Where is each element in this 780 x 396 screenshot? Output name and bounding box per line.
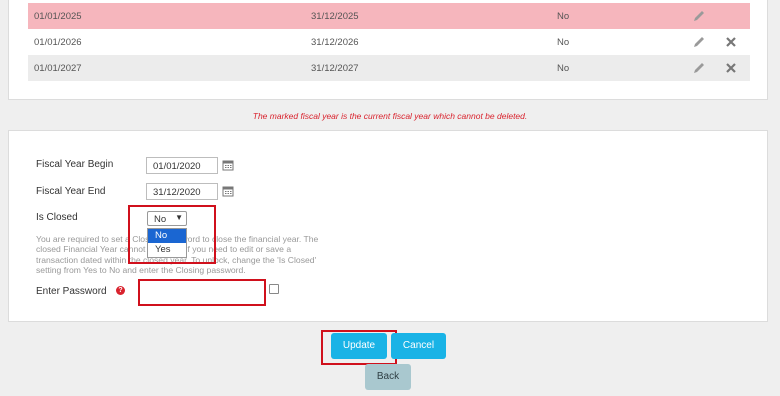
- end-date-input[interactable]: 31/12/2020: [146, 183, 218, 200]
- option-no[interactable]: No: [148, 229, 186, 243]
- fiscal-year-row: 01/01/2027 31/12/2027 No: [28, 55, 750, 81]
- is-closed-dropdown: No Yes: [147, 228, 187, 258]
- calendar-icon[interactable]: [222, 159, 234, 171]
- delete-close-icon[interactable]: [724, 35, 738, 49]
- option-yes[interactable]: Yes: [148, 243, 186, 257]
- delete-close-icon[interactable]: [724, 61, 738, 75]
- show-password-checkbox[interactable]: [269, 284, 279, 294]
- edit-pencil-icon[interactable]: [692, 61, 706, 75]
- cancel-button[interactable]: Cancel: [391, 333, 446, 359]
- begin-label: Fiscal Year Begin: [36, 159, 114, 170]
- update-button[interactable]: Update: [331, 333, 387, 359]
- chevron-down-icon: ▼: [175, 213, 183, 222]
- end-label: Fiscal Year End: [36, 186, 106, 197]
- row-end-date: 31/12/2025: [311, 11, 359, 22]
- calendar-icon[interactable]: [222, 185, 234, 197]
- row-begin-date: 01/01/2027: [34, 63, 82, 74]
- password-input[interactable]: [142, 282, 262, 302]
- fiscal-year-row: 01/01/2026 31/12/2026 No: [28, 29, 750, 55]
- current-year-notice: The marked fiscal year is the current fi…: [252, 111, 528, 121]
- row-end-date: 31/12/2026: [311, 37, 359, 48]
- row-end-date: 31/12/2027: [311, 63, 359, 74]
- edit-pencil-icon[interactable]: [692, 9, 706, 23]
- edit-pencil-icon[interactable]: [692, 35, 706, 49]
- fiscal-year-row-current: 01/01/2025 31/12/2025 No: [28, 3, 750, 29]
- is-closed-select[interactable]: No ▼: [147, 211, 187, 226]
- is-closed-selected-value: No: [154, 214, 167, 225]
- password-label: Enter Password: [36, 286, 107, 297]
- begin-date-input[interactable]: 01/01/2020: [146, 157, 218, 174]
- row-is-closed: No: [557, 37, 570, 48]
- row-begin-date: 01/01/2025: [34, 11, 82, 22]
- row-is-closed: No: [557, 11, 570, 22]
- back-button[interactable]: Back: [365, 364, 411, 390]
- row-begin-date: 01/01/2026: [34, 37, 82, 48]
- row-is-closed: No: [557, 63, 570, 74]
- question-icon[interactable]: ?: [116, 286, 125, 295]
- is-closed-label: Is Closed: [36, 212, 78, 223]
